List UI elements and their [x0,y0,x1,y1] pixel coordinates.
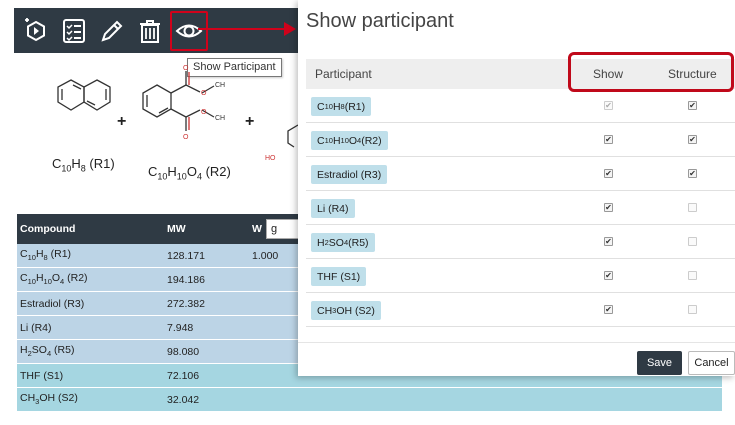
participant-label: C 10 H 10 O 4 (R2) [311,131,388,150]
compound-name: H2SO4 (R5) [20,344,75,359]
add-participant-icon [25,17,45,41]
structure-checkbox[interactable] [688,203,697,212]
plus-sign: + [117,113,127,130]
participant-label: H 2 SO 4 (R5) [311,233,375,252]
edit-button[interactable] [94,13,130,49]
highlight-box [568,52,734,92]
show-checkbox[interactable] [604,135,613,144]
compound-mw: 98.080 [167,345,200,358]
save-button[interactable]: Save [637,351,682,375]
participant-row: C 10 H 10 O 4 (R2) [306,123,735,157]
compound-name: Estradiol (R3) [20,297,85,310]
compound-mw: 194.186 [167,273,205,286]
table-row[interactable]: CH3OH (S2) 32.042 [17,388,722,412]
structure-checkbox[interactable] [688,271,697,280]
compound-mw: 128.171 [167,249,205,262]
callout-arrow-head [284,22,296,36]
participant-label: CH 3 OH (S2) [311,301,381,320]
oxygen-label: O [183,134,189,141]
show-checkbox[interactable] [604,305,613,314]
checklist-button[interactable] [56,13,92,49]
column-compound: Compound [20,223,76,235]
hydroxyl-label: HO [265,155,276,162]
methyl-label: CH [215,115,225,122]
compound-name: THF (S1) [20,369,64,382]
structure-checkbox[interactable] [688,237,697,246]
structure-checkbox[interactable] [688,135,697,144]
compound-name: Li (R4) [20,321,52,334]
participant-label: Li (R4) [311,199,355,218]
reaction-scheme: O O CH O O CH HO + + C10H8 (R1) C10H10O4… [14,60,304,200]
structure-checkbox[interactable] [688,305,697,314]
show-checkbox[interactable] [604,237,613,246]
column-participant: Participant [315,67,372,81]
oxygen-label: O [201,109,207,116]
column-w: W [252,223,262,235]
eye-icon [175,24,203,37]
pencil-icon [101,20,123,42]
formula-r1: C10H8 (R1) [52,156,115,174]
toolbar [14,8,298,53]
naphthalene-structure [57,79,111,111]
plus-sign: + [245,113,255,130]
participant-row: THF (S1) [306,259,735,293]
compound-mw: 32.042 [167,393,200,406]
show-participant-button[interactable] [170,10,208,51]
show-checkbox[interactable] [604,101,613,110]
compound-weight: 1.000 [252,249,279,262]
estradiol-fragment [287,124,299,148]
delete-button[interactable] [132,13,168,49]
participant-label: Estradiol (R3) [311,165,388,184]
compound-name: CH3OH (S2) [20,392,78,407]
show-checkbox[interactable] [604,203,613,212]
structure-checkbox[interactable] [688,169,697,178]
oxygen-label: O [183,65,189,72]
participant-row: Estradiol (R3) [306,157,735,191]
checklist-icon [63,18,85,43]
participant-label: C 10 H 8 (R1) [311,97,372,116]
compound-mw: 272.382 [167,297,205,310]
compound-name: C10H10O4 (R2) [20,272,88,287]
structure-checkbox[interactable] [688,101,697,110]
participant-row: C 10 H 8 (R1) [306,89,735,123]
participant-row: Li (R4) [306,191,735,225]
compound-name: C10H8 (R1) [20,248,72,263]
callout-arrow-line [198,28,286,30]
participant-row: CH 3 OH (S2) [306,293,735,327]
participant-row: H 2 SO 4 (R5) [306,225,735,259]
dialog-footer: Save Cancel [298,342,735,376]
compound-mw: 7.948 [167,321,194,334]
formula-r2: C10H10O4 (R2) [148,164,231,182]
methyl-label: CH [215,82,225,89]
add-participant-button[interactable] [18,13,54,49]
show-checkbox[interactable] [604,271,613,280]
oxygen-label: O [201,90,207,97]
show-checkbox[interactable] [604,169,613,178]
dialog-title: Show participant [306,10,454,32]
column-mw: MW [167,223,186,235]
participant-label: THF (S1) [311,267,367,286]
cancel-button[interactable]: Cancel [688,351,735,375]
compound-mw: 72.106 [167,369,200,382]
phthalate-structure [142,71,215,131]
trash-icon [140,19,160,43]
